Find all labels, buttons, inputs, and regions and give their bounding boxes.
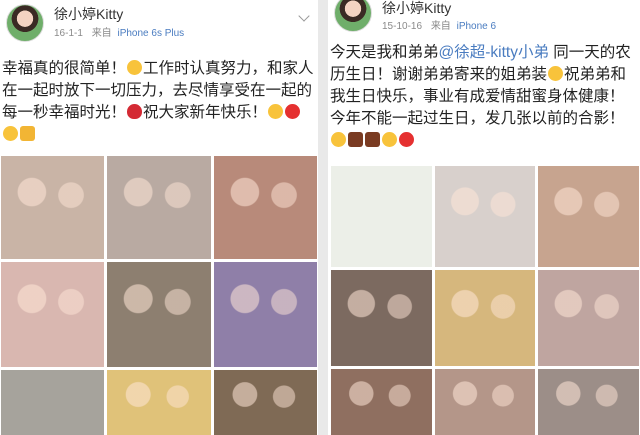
photo-sisters-selfie[interactable]: [1, 262, 105, 367]
photo-dinner-table[interactable]: [213, 370, 317, 435]
post-header: 徐小婷Kitty 16-1-1 来自 iPhone 6s Plus: [0, 0, 318, 52]
smile-emoji: [3, 126, 18, 141]
photo-flowers-group[interactable]: [213, 262, 317, 367]
photo-siblings-selfie[interactable]: [538, 270, 639, 366]
photo-siblings-party[interactable]: [434, 369, 536, 435]
photo-siblings-portrait[interactable]: [538, 166, 639, 267]
source-prefix: 来自: [91, 28, 112, 39]
photo-crepe-cake[interactable]: [434, 270, 536, 366]
photo-birthday-cake-woman[interactable]: [434, 166, 536, 267]
post-header: 徐小婷Kitty 15-10-16 来自 iPhone 6: [328, 0, 640, 40]
photo-chat-screenshot[interactable]: [331, 166, 432, 267]
user-mention-link[interactable]: @徐超-kitty小弟: [439, 44, 549, 61]
post-meta: 16-1-1 来自 iPhone 6s Plus: [54, 24, 184, 39]
chevron-down-icon[interactable]: [298, 10, 310, 22]
smile-emoji: [331, 132, 346, 147]
photo-strawberry-picking[interactable]: [213, 156, 317, 259]
smile-emoji: [548, 66, 564, 81]
photo-siblings-crowns[interactable]: [331, 369, 432, 435]
weibo-post: 徐小婷Kitty 16-1-1 来自 iPhone 6s Plus 幸福真的很简…: [0, 0, 318, 435]
photo-family-gathering[interactable]: [107, 156, 211, 259]
post-text: 幸福真的很简单！ 工作时认真努力，和家人在一起时放下一切压力，去尽情享受在一起的每…: [2, 58, 316, 146]
source-prefix: 来自: [430, 21, 451, 32]
smile-emoji: [268, 104, 284, 119]
post-date: 16-1-1: [54, 28, 83, 39]
strawberry-emoji: [127, 104, 143, 119]
smile-emoji: [382, 132, 397, 147]
photo-family-dinner[interactable]: [107, 262, 211, 367]
avatar[interactable]: [334, 0, 372, 32]
username[interactable]: 徐小婷Kitty: [382, 0, 451, 18]
cake-emoji: [365, 132, 380, 147]
post-meta: 15-10-16 来自 iPhone 6: [382, 17, 496, 32]
photo-old-family-photo[interactable]: [538, 369, 639, 435]
photo-siblings-closeup[interactable]: [331, 270, 432, 366]
heart-emoji: [285, 104, 301, 119]
post-date: 15-10-16: [382, 21, 423, 32]
photo-grid: [331, 166, 639, 435]
post-text-segment: 祝大家新年快乐！: [143, 104, 268, 121]
photo-cake[interactable]: [107, 370, 211, 435]
cake-emoji: [348, 132, 363, 147]
username[interactable]: 徐小婷Kitty: [54, 4, 123, 24]
photo-living-room[interactable]: [1, 370, 105, 435]
post-source[interactable]: iPhone 6: [457, 21, 496, 32]
avatar[interactable]: [6, 4, 44, 42]
photo-family-group[interactable]: [1, 156, 105, 259]
weibo-post: 徐小婷Kitty 15-10-16 来自 iPhone 6 今天是我和弟弟@徐超…: [328, 0, 640, 435]
heart-emoji: [399, 132, 414, 147]
post-source[interactable]: iPhone 6s Plus: [117, 28, 184, 39]
photo-grid: [1, 156, 317, 435]
post-text-segment: 今天是我和弟弟: [330, 44, 439, 61]
cheers-emoji: [20, 126, 35, 141]
smile-emoji: [127, 60, 143, 75]
post-text: 今天是我和弟弟@徐超-kitty小弟 同一天的农历生日！谢谢弟弟寄来的姐弟装 祝弟…: [330, 42, 638, 152]
post-text-segment: 幸福真的很简单！: [2, 60, 127, 77]
